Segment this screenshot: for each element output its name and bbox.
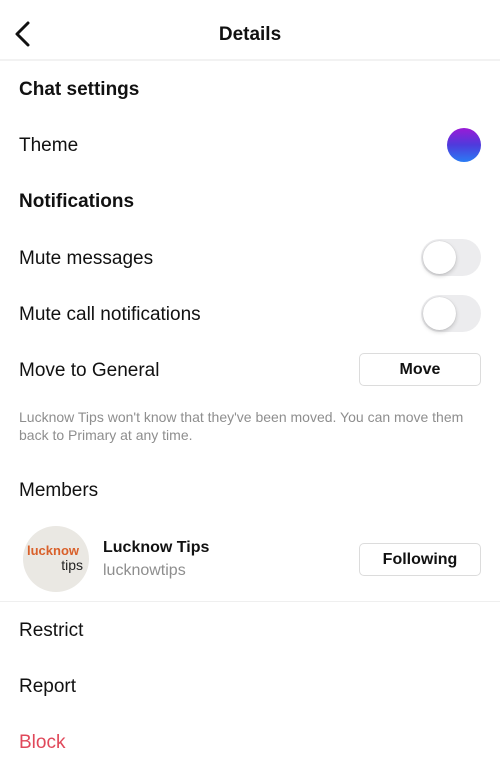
restrict-button[interactable]: Restrict bbox=[19, 620, 83, 642]
report-button[interactable]: Report bbox=[19, 676, 76, 698]
header-bar: Details bbox=[0, 0, 500, 61]
mute-messages-toggle[interactable] bbox=[421, 239, 481, 276]
avatar-text-bottom: tips bbox=[61, 557, 83, 573]
block-button[interactable]: Block bbox=[19, 732, 65, 754]
avatar-text-top: lucknow bbox=[27, 543, 80, 558]
following-button[interactable]: Following bbox=[359, 543, 481, 576]
chat-settings-heading: Chat settings bbox=[19, 79, 140, 100]
divider bbox=[0, 601, 500, 602]
toggle-knob bbox=[423, 241, 456, 274]
toggle-knob bbox=[423, 297, 456, 330]
member-handle: lucknowtips bbox=[103, 562, 186, 579]
mute-messages-label: Mute messages bbox=[19, 248, 154, 269]
theme-label[interactable]: Theme bbox=[19, 135, 78, 157]
member-name[interactable]: Lucknow Tips bbox=[103, 539, 209, 557]
theme-color-swatch[interactable] bbox=[447, 128, 481, 162]
members-heading: Members bbox=[19, 480, 99, 501]
move-info-note: Lucknow Tips won't know that they've bee… bbox=[19, 409, 464, 443]
move-button[interactable]: Move bbox=[359, 353, 481, 386]
mute-calls-toggle[interactable] bbox=[421, 295, 481, 332]
page-title: Details bbox=[218, 24, 282, 45]
move-to-general-label: Move to General bbox=[19, 360, 160, 381]
notifications-heading: Notifications bbox=[19, 191, 135, 212]
avatar[interactable]: lucknow tips bbox=[23, 526, 89, 592]
mute-calls-label: Mute call notifications bbox=[19, 304, 201, 325]
